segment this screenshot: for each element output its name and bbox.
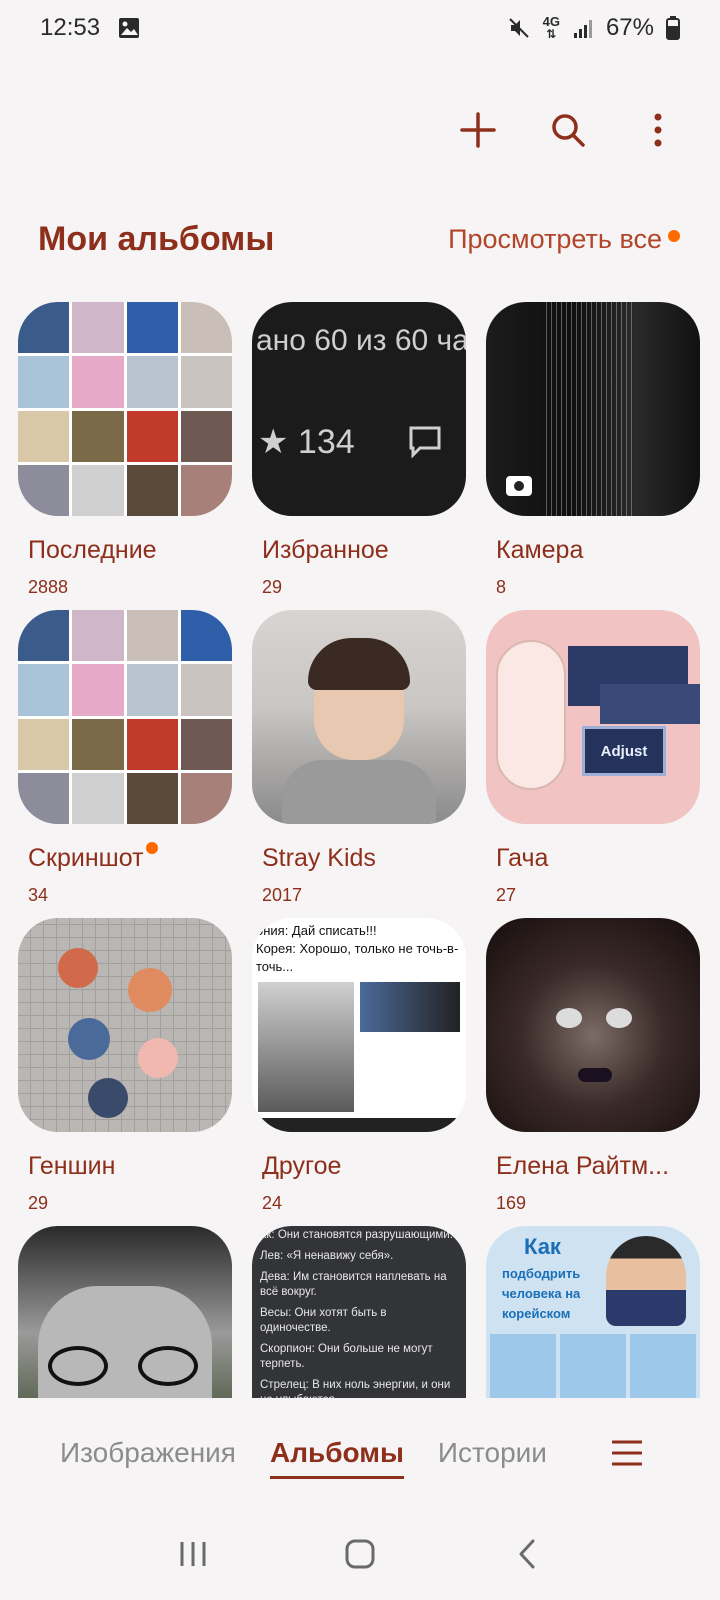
album-name: Последние — [28, 536, 157, 564]
new-badge-dot — [145, 842, 158, 854]
album-thumbnail — [18, 610, 232, 824]
album-thumbnail — [18, 918, 232, 1132]
album-name-text: Скриншот — [28, 844, 144, 872]
new-badge-dot — [668, 230, 680, 242]
album-name: Камера — [496, 536, 584, 564]
album-count: 27 — [496, 885, 517, 905]
thumb-subheading: подбодрить человека на корейском — [502, 1266, 581, 1321]
view-all-label: Просмотреть все — [448, 224, 662, 254]
thumb-caption-1: ония: Дай списать!!! — [256, 923, 377, 938]
album-thumbnail: Как подбодрить человека на корейском — [486, 1226, 700, 1398]
album-name: Елена Райтм... — [496, 1152, 670, 1180]
album-thumbnail: ония: Дай списать!!! Корея: Хорошо, толь… — [252, 918, 466, 1132]
album-name: Другое — [262, 1152, 342, 1180]
comment-icon — [408, 424, 442, 466]
more-options-button[interactable] — [636, 108, 680, 152]
tab-albums[interactable]: Альбомы — [269, 1437, 404, 1479]
adjust-badge: Adjust — [582, 726, 666, 776]
album-count: 2888 — [28, 577, 69, 597]
album-gacha[interactable]: Adjust Гача 27 — [486, 610, 700, 918]
view-all-link[interactable]: Просмотреть все — [448, 224, 680, 255]
thumb-caption-2: Корея: Хорошо, только не точь-в-точь... — [256, 941, 459, 974]
menu-button[interactable] — [611, 1438, 643, 1468]
system-navigation-bar — [0, 1508, 720, 1600]
album-genshin[interactable]: Геншин 29 — [18, 918, 232, 1226]
album-screenshots[interactable]: Скриншот 34 — [18, 610, 232, 918]
thumb-rating: ★ 134 — [258, 423, 355, 461]
album-thumbnail: Adjust — [486, 610, 700, 824]
album-thumbnail: ано 60 из 60 ча ★ 134 — [252, 302, 466, 516]
back-button[interactable] — [507, 1534, 547, 1574]
thumb-caption: ано 60 из 60 ча — [256, 324, 466, 357]
album-thumbnail — [486, 918, 700, 1132]
hamburger-menu-icon — [611, 1440, 643, 1466]
album-recent[interactable]: Последние 2888 — [18, 302, 232, 610]
thumb-text-line: ак: Они становятся разрушающими. — [260, 1229, 453, 1241]
battery-icon — [666, 16, 680, 40]
plus-icon — [460, 112, 496, 148]
mute-icon — [507, 16, 531, 40]
album-name: Скриншот — [28, 842, 228, 873]
top-actions — [456, 108, 680, 152]
battery-percent: 67% — [605, 14, 654, 41]
search-icon — [552, 114, 585, 147]
album-name: Stray Kids — [262, 844, 376, 872]
album-thumbnail — [486, 302, 700, 516]
recent-apps-button[interactable] — [173, 1534, 213, 1574]
album-row4-1[interactable] — [18, 1226, 232, 1398]
album-stray-kids[interactable]: Stray Kids 2017 — [252, 610, 466, 918]
album-thumbnail — [18, 302, 232, 516]
thumb-text-line: Дева: Им становится наплевать на всё вок… — [260, 1271, 447, 1298]
home-button[interactable] — [340, 1534, 380, 1574]
album-thumbnail — [18, 1226, 232, 1398]
thumb-text-line: Лев: «Я ненавижу себя». — [260, 1250, 394, 1262]
album-thumbnail — [252, 610, 466, 824]
albums-header: Мои альбомы Просмотреть все — [38, 220, 680, 259]
thumb-text-block: ак: Они становятся разрушающими. Лев: «Я … — [260, 1228, 460, 1398]
back-icon — [519, 1539, 535, 1569]
thumb-heading: Как — [524, 1234, 561, 1259]
album-count: 169 — [496, 1193, 527, 1213]
thumb-text-line: Стрелец: В них ноль энергии, и они не ул… — [260, 1379, 451, 1398]
page-title: Мои альбомы — [38, 220, 275, 258]
album-count: 29 — [262, 577, 283, 597]
home-icon — [345, 1539, 375, 1569]
thumb-text-line: Весы: Они хотят быть в одиночестве. — [260, 1307, 387, 1334]
search-button[interactable] — [546, 108, 590, 152]
album-count: 29 — [28, 1193, 49, 1213]
bottom-tab-bar: Изображения Альбомы Истории — [0, 1398, 720, 1508]
signal-icon — [572, 17, 594, 39]
album-name: Геншин — [28, 1152, 116, 1180]
more-vert-icon — [654, 113, 662, 147]
add-album-button[interactable] — [456, 108, 500, 152]
tab-stories[interactable]: Истории — [438, 1437, 547, 1469]
album-grid[interactable]: Последние 2888 ано 60 из 60 ча ★ 134 Изб… — [18, 302, 704, 1398]
album-row4-2[interactable]: ак: Они становятся разрушающими. Лев: «Я … — [252, 1226, 466, 1398]
gallery-notification-icon — [118, 17, 140, 39]
album-count: 34 — [28, 885, 49, 905]
tab-images[interactable]: Изображения — [60, 1437, 236, 1469]
network-type-icon: 4G ⇅ — [542, 14, 560, 41]
status-time: 12:53 — [40, 14, 101, 41]
status-bar: 12:53 4G ⇅ 67% — [0, 0, 720, 56]
album-thumbnail: ак: Они становятся разрушающими. Лев: «Я … — [252, 1226, 466, 1398]
album-name: Избранное — [262, 536, 389, 564]
album-elena[interactable]: Елена Райтм... 169 — [486, 918, 700, 1226]
album-name: Гача — [496, 844, 549, 872]
album-camera[interactable]: Камера 8 — [486, 302, 700, 610]
album-count: 24 — [262, 1193, 283, 1213]
album-favorites[interactable]: ано 60 из 60 ча ★ 134 Избранное 29 — [252, 302, 466, 610]
album-row4-3[interactable]: Как подбодрить человека на корейском — [486, 1226, 700, 1398]
recent-apps-icon — [180, 1542, 206, 1566]
album-count: 2017 — [262, 885, 303, 905]
thumb-text-line: Скорпион: Они больше не могут терпеть. — [260, 1343, 433, 1370]
camera-icon — [506, 476, 532, 496]
album-other[interactable]: ония: Дай списать!!! Корея: Хорошо, толь… — [252, 918, 466, 1226]
album-count: 8 — [496, 577, 507, 597]
